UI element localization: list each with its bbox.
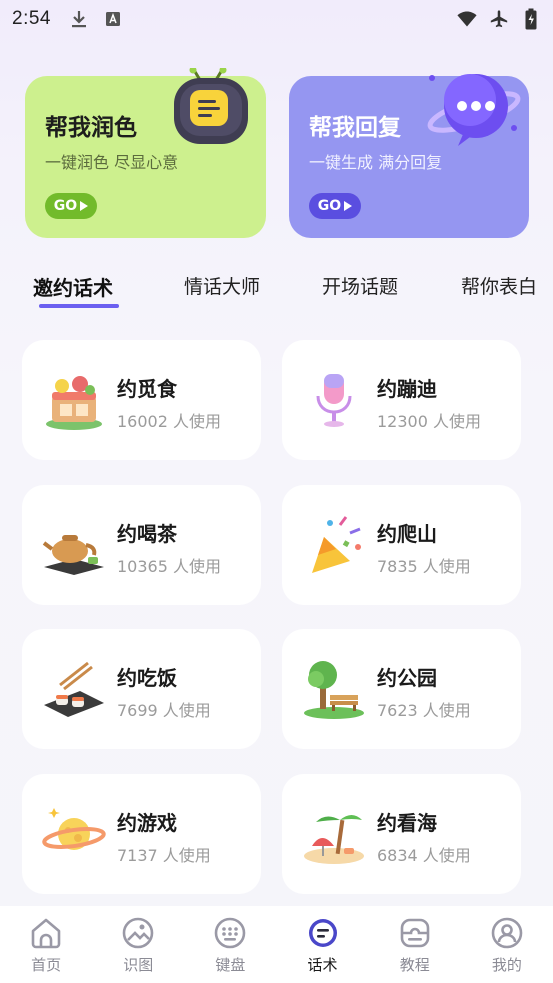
status-bar: 2:54: [0, 0, 553, 38]
planet-icon: [40, 800, 108, 868]
go-label: GO: [317, 198, 342, 214]
topic-name: 约觅食: [117, 377, 177, 401]
tab-opening-topic[interactable]: 开场话题: [322, 272, 398, 299]
wifi-icon: [457, 9, 477, 29]
nav-chat-script[interactable]: 话术: [288, 916, 358, 975]
nav-label: 话术: [307, 956, 338, 974]
tv-robot-icon: [170, 66, 254, 152]
topic-tabs: 邀约话术 情话大师 开场话题 帮你表白: [0, 262, 553, 312]
topic-name: 约吃饭: [117, 666, 177, 690]
topic-usage-count: 12300 人使用: [377, 412, 481, 431]
topic-name: 约公园: [377, 666, 437, 690]
tab-love-master[interactable]: 情话大师: [184, 272, 260, 299]
tab-confession[interactable]: 帮你表白: [461, 272, 537, 299]
topic-card-dinner[interactable]: 约吃饭 7699 人使用: [22, 629, 261, 749]
polish-go-button[interactable]: GO: [45, 193, 97, 219]
nav-tutorial[interactable]: 教程: [380, 916, 450, 975]
topic-name: 约蹦迪: [377, 377, 437, 401]
topic-usage-count: 7623 人使用: [377, 701, 471, 720]
play-icon: [344, 201, 353, 211]
bottom-nav: 首页 识图 键盘 话术 教程 我的: [0, 906, 553, 983]
a-keyboard-icon: [103, 9, 123, 29]
topic-usage-count: 10365 人使用: [117, 557, 221, 576]
party-popper-icon: [300, 511, 368, 579]
food-cart-icon: [40, 366, 108, 434]
park-bench-icon: [300, 655, 368, 723]
reply-go-button[interactable]: GO: [309, 193, 361, 219]
topic-card-disco[interactable]: 约蹦迪 12300 人使用: [282, 340, 521, 460]
topic-name: 约爬山: [377, 522, 437, 546]
chat-bubble-planet-icon: [424, 68, 522, 152]
topic-usage-count: 7835 人使用: [377, 557, 471, 576]
reply-subtitle: 一键生成 满分回复: [309, 153, 443, 172]
topic-card-sea[interactable]: 约看海 6834 人使用: [282, 774, 521, 894]
topic-card-tea[interactable]: 约喝茶 10365 人使用: [22, 485, 261, 605]
nav-profile[interactable]: 我的: [472, 916, 542, 975]
polish-subtitle: 一键润色 尽显心意: [45, 153, 179, 172]
nav-label: 我的: [491, 956, 522, 974]
topic-usage-count: 7137 人使用: [117, 846, 211, 865]
nav-label: 首页: [31, 956, 62, 974]
beach-palm-icon: [300, 800, 368, 868]
nav-label: 键盘: [215, 956, 246, 974]
teapot-icon: [40, 511, 108, 579]
topic-card-park[interactable]: 约公园 7623 人使用: [282, 629, 521, 749]
nav-image-recognize[interactable]: 识图: [103, 916, 173, 975]
topic-usage-count: 16002 人使用: [117, 412, 221, 431]
topic-card-game[interactable]: 约游戏 7137 人使用: [22, 774, 261, 894]
airplane-icon: [489, 9, 509, 29]
polish-title: 帮我润色: [45, 115, 137, 141]
topic-usage-count: 7699 人使用: [117, 701, 211, 720]
tab-invite-script[interactable]: 邀约话术: [33, 272, 113, 301]
play-icon: [80, 201, 89, 211]
keyboard-icon: [213, 916, 247, 950]
chat-script-icon: [306, 916, 340, 950]
home-icon: [29, 916, 63, 950]
nav-label: 识图: [123, 956, 154, 974]
sushi-chopsticks-icon: [40, 655, 108, 723]
tutorial-icon: [398, 916, 432, 950]
nav-label: 教程: [399, 956, 430, 974]
topic-name: 约游戏: [117, 811, 177, 835]
download-icon: [69, 9, 89, 29]
topic-card-food[interactable]: 约觅食 16002 人使用: [22, 340, 261, 460]
reply-title: 帮我回复: [309, 115, 401, 141]
topic-name: 约看海: [377, 811, 437, 835]
image-recognize-icon: [121, 916, 155, 950]
active-tab-indicator: [39, 304, 119, 308]
profile-icon: [490, 916, 524, 950]
polish-card[interactable]: 帮我润色 一键润色 尽显心意 GO: [25, 66, 266, 238]
battery-charging-icon: [521, 8, 541, 30]
microphone-icon: [300, 366, 368, 434]
nav-home[interactable]: 首页: [11, 916, 81, 975]
topic-name: 约喝茶: [117, 522, 177, 546]
status-time: 2:54: [12, 8, 51, 29]
topic-card-hiking[interactable]: 约爬山 7835 人使用: [282, 485, 521, 605]
nav-keyboard[interactable]: 键盘: [195, 916, 265, 975]
go-label: GO: [53, 198, 78, 214]
topic-usage-count: 6834 人使用: [377, 846, 471, 865]
reply-card[interactable]: 帮我回复 一键生成 满分回复 GO: [289, 74, 529, 238]
